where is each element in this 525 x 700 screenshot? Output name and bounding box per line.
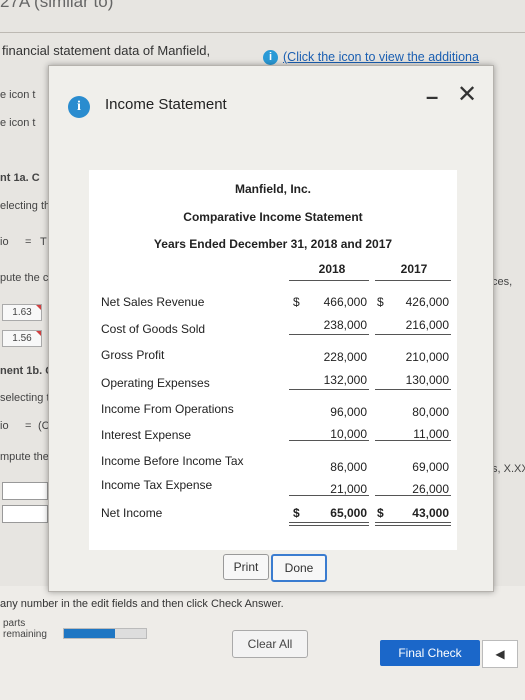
side-text-icon-1: e icon t	[0, 89, 36, 101]
info-icon: i	[68, 96, 90, 118]
progress-bar	[63, 628, 147, 639]
total-underline	[375, 389, 451, 390]
value-2017: 69,000	[412, 460, 449, 474]
income-statement-dialog: i Income Statement – ✕ Manfield, Inc. Co…	[48, 65, 494, 592]
column-header-2018: 2018	[318, 262, 346, 276]
value-2018: 466,000	[323, 295, 367, 309]
final-check-button[interactable]: Final Check	[380, 640, 480, 666]
row-label: Income Before Income Tax	[101, 454, 244, 468]
row-label: Net Sales Revenue	[101, 295, 205, 309]
side-text-io-2: io	[0, 420, 9, 432]
answer-input-1[interactable]	[2, 482, 48, 500]
value-2017: 11,000	[413, 427, 449, 441]
total-underline	[289, 389, 369, 390]
side-text-io-1: io	[0, 236, 9, 248]
side-text-xxx: s, X.XX	[492, 463, 525, 475]
clear-all-button[interactable]: Clear All	[232, 630, 308, 658]
requirement-1b: nent 1b. C	[0, 365, 54, 377]
value-2018: 65,000	[330, 506, 367, 520]
ratio-value-2: 1.56	[2, 330, 42, 347]
done-button[interactable]: Done	[271, 554, 327, 582]
total-underline	[375, 522, 451, 523]
page-title: 27A (similar to)	[0, 0, 114, 11]
equals-sign: =	[25, 236, 32, 248]
row-label: Cost of Goods Sold	[101, 322, 206, 336]
value-2018: 86,000	[330, 460, 367, 474]
header-underline	[289, 280, 369, 281]
row-label: Gross Profit	[101, 348, 165, 362]
dialog-title: Income Statement	[105, 96, 227, 113]
total-underline	[289, 495, 369, 496]
row-label: Income From Operations	[101, 402, 234, 416]
dollar-sign: $	[377, 506, 384, 520]
total-underline	[375, 440, 451, 441]
income-statement-table: Manfield, Inc. Comparative Income Statem…	[89, 170, 457, 550]
header-underline	[375, 280, 451, 281]
value-2018: 238,000	[323, 318, 367, 332]
value-2017: 426,000	[405, 295, 449, 309]
instruction-text: any number in the edit fields and then c…	[0, 598, 284, 610]
statement-period: Years Ended December 31, 2018 and 2017	[153, 237, 393, 251]
side-text-ces: ces,	[492, 276, 513, 288]
statement-title: Comparative Income Statement	[183, 210, 363, 224]
value-2017: 210,000	[405, 350, 449, 364]
value-2017: 80,000	[412, 405, 449, 419]
total-underline	[375, 495, 451, 496]
value-2017: 216,000	[405, 318, 449, 332]
total-underline	[289, 334, 369, 335]
dollar-sign: $	[293, 295, 300, 309]
total-underline	[375, 334, 451, 335]
additional-info-link[interactable]: (Click the icon to view the additiona	[283, 50, 479, 64]
side-text-compute-1: pute the c	[0, 272, 49, 284]
minimize-button[interactable]: –	[426, 84, 438, 110]
row-label: Income Tax Expense	[101, 478, 213, 492]
value-2018: 96,000	[330, 405, 367, 419]
total-underline	[289, 522, 369, 523]
answer-input-2[interactable]	[2, 505, 48, 523]
value-2017: 130,000	[405, 373, 449, 387]
dollar-sign: $	[293, 506, 300, 520]
dialog-header: i Income Statement – ✕	[49, 66, 493, 136]
company-name: Manfield, Inc.	[234, 182, 311, 196]
value-2018: 132,000	[323, 373, 367, 387]
dollar-sign: $	[377, 295, 384, 309]
column-header-2017: 2017	[400, 262, 428, 276]
side-text-t: T	[40, 236, 47, 248]
previous-arrow-button[interactable]: ◀	[482, 640, 518, 668]
equals-sign: =	[25, 420, 32, 432]
divider	[0, 32, 525, 33]
value-2017: 26,000	[412, 482, 449, 496]
parts-remaining-label: parts remaining	[3, 618, 47, 640]
ratio-value-1: 1.63	[2, 304, 42, 321]
value-2018: 10,000	[330, 427, 367, 441]
total-underline	[289, 440, 369, 441]
value-2018: 21,000	[330, 482, 367, 496]
progress-fill	[64, 629, 115, 638]
row-label: Operating Expenses	[101, 376, 210, 390]
value-2017: 43,000	[412, 506, 449, 520]
total-underline	[375, 525, 451, 526]
row-label: Interest Expense	[101, 428, 192, 442]
total-underline	[289, 525, 369, 526]
requirement-1a: nt 1a. C	[0, 172, 40, 184]
info-icon[interactable]: i	[263, 50, 278, 65]
print-button[interactable]: Print	[223, 554, 269, 580]
side-text-icon-2: e icon t	[0, 117, 36, 129]
problem-text: financial statement data of Manfield,	[2, 43, 211, 58]
side-text-selecting-1: electing th	[0, 200, 51, 212]
row-label: Net Income	[101, 506, 163, 520]
close-icon[interactable]: ✕	[457, 80, 477, 109]
value-2018: 228,000	[323, 350, 367, 364]
